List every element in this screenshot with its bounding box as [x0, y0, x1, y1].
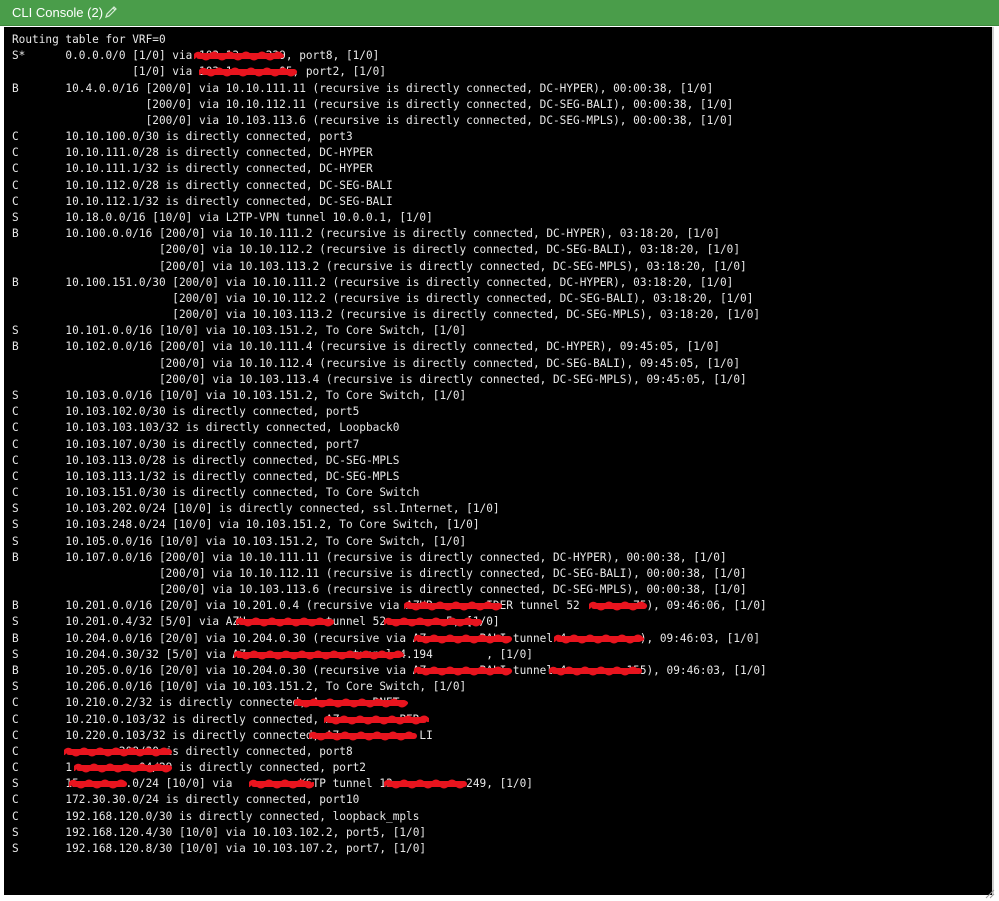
console-line: B 10.100.151.0/30 [200/0] via 10.10.111.…	[12, 275, 734, 289]
console-line: Routing table for VRF=0	[12, 33, 166, 46]
console-line: C 10.103.113.1/32 is directly connected,…	[12, 469, 400, 483]
redaction-scribble	[414, 666, 512, 676]
console-line: S 10.18.0.0/16 [10/0] via L2TP-VPN tunne…	[12, 210, 433, 224]
redaction-scribble	[194, 51, 284, 61]
redaction-scribble	[549, 666, 642, 676]
console-line: [200/0] via 10.103.113.6 (recursive is d…	[12, 113, 734, 127]
redaction-scribble	[294, 698, 408, 708]
console-line: C 10.103.107.0/30 is directly connected,…	[12, 437, 360, 451]
redaction-scribble	[384, 617, 482, 627]
resize-grip-icon[interactable]	[985, 889, 995, 899]
redaction-scribble	[384, 779, 467, 789]
console-line: C 172.30.30.0/24 is directly connected, …	[12, 793, 360, 807]
console-line: [200/0] via 10.10.112.2 (recursive is di…	[12, 291, 754, 305]
console-line: B 10.100.0.0/16 [200/0] via 10.10.111.2 …	[12, 227, 720, 241]
redaction-scribble	[69, 779, 127, 789]
title-bar: CLI Console (2)	[0, 0, 999, 26]
console-line: B 10.102.0.0/16 [200/0] via 10.10.111.4 …	[12, 340, 720, 354]
redaction-scribble	[236, 617, 334, 627]
console-line: [200/0] via 10.10.112.11 (recursive is d…	[12, 566, 747, 580]
redaction-scribble	[199, 67, 297, 77]
console-line: S 192.168.120.8/30 [10/0] via 10.103.107…	[12, 842, 427, 855]
redaction-scribble	[554, 634, 644, 644]
pencil-icon[interactable]	[104, 5, 118, 19]
console-line: [200/0] via 10.10.112.2 (recursive is di…	[12, 243, 741, 257]
redaction-scribble	[309, 731, 417, 741]
console-line: [200/0] via 10.10.112.4 (recursive is di…	[12, 356, 741, 370]
redaction-scribble	[404, 601, 502, 611]
console-line: C 10.103.151.0/30 is directly connected,…	[12, 486, 420, 500]
console-line: [200/0] via 10.103.113.4 (recursive is d…	[12, 372, 747, 386]
console-line: [200/0] via 10.103.113.2 (recursive is d…	[12, 259, 747, 273]
console-line: C 10.103.103.103/32 is directly connecte…	[12, 421, 400, 435]
console-line: [200/0] via 10.10.112.11 (recursive is d…	[12, 97, 734, 111]
console-line: C 10.103.102.0/30 is directly connected,…	[12, 405, 360, 419]
redaction-scribble	[324, 715, 429, 725]
window-title: CLI Console (2)	[12, 5, 104, 20]
console-line: S 192.168.120.4/30 [10/0] via 10.103.102…	[12, 825, 427, 839]
console-line: B 10.4.0.0/16 [200/0] via 10.10.111.11 (…	[12, 81, 714, 95]
redaction-scribble	[74, 763, 172, 773]
console-line: S 10.105.0.0/16 [10/0] via 10.103.151.2,…	[12, 534, 467, 548]
redaction-scribble	[234, 650, 404, 660]
redaction-scribble	[249, 779, 314, 789]
console-line: B 10.201.0.0/16 [20/0] via 10.201.0.4 (r…	[12, 599, 767, 613]
console-line: S 10.206.0.0/16 [10/0] via 10.103.151.2,…	[12, 680, 467, 694]
console-line: C 10.103.113.0/28 is directly connected,…	[12, 453, 400, 467]
console-line: C 1 04/29 is directly connected, port2	[12, 761, 366, 775]
console-line: S 10.103.248.0/24 [10/0] via 10.103.151.…	[12, 518, 480, 532]
redaction-scribble	[64, 747, 172, 757]
redaction-scribble	[414, 634, 512, 644]
console-line: S 10.103.202.0/24 [10/0] is directly con…	[12, 502, 500, 516]
console-line: C 10.10.111.1/32 is directly connected, …	[12, 162, 373, 176]
console-output[interactable]: Routing table for VRF=0 S* 0.0.0.0/0 [1/0…	[4, 27, 994, 895]
console-line: C 10.10.112.1/32 is directly connected, …	[12, 194, 393, 208]
console-line: B 10.107.0.0/16 [200/0] via 10.10.111.11…	[12, 550, 727, 564]
console-line: [200/0] via 10.103.113.6 (recursive is d…	[12, 583, 747, 597]
console-line: C 192.168.120.0/30 is directly connected…	[12, 809, 420, 823]
console-line: B 10.205.0.0/16 [20/0] via 10.204.0.30 (…	[12, 664, 767, 678]
redaction-scribble	[589, 601, 647, 611]
console-line: C 10.10.100.0/30 is directly connected, …	[12, 130, 353, 144]
console-line: S 10.101.0.0/16 [10/0] via 10.103.151.2,…	[12, 324, 467, 338]
console-line: S 10.103.0.0/16 [10/0] via 10.103.151.2,…	[12, 388, 467, 402]
console-line: C 10.10.112.0/28 is directly connected, …	[12, 178, 393, 192]
console-line: C 10.10.111.0/28 is directly connected, …	[12, 146, 373, 160]
cli-console-window: CLI Console (2) Routing table for VRF=0 S…	[0, 0, 999, 901]
console-line: B 10.204.0.0/16 [20/0] via 10.204.0.30 (…	[12, 631, 761, 645]
console-line: [200/0] via 10.103.113.2 (recursive is d…	[12, 308, 761, 322]
